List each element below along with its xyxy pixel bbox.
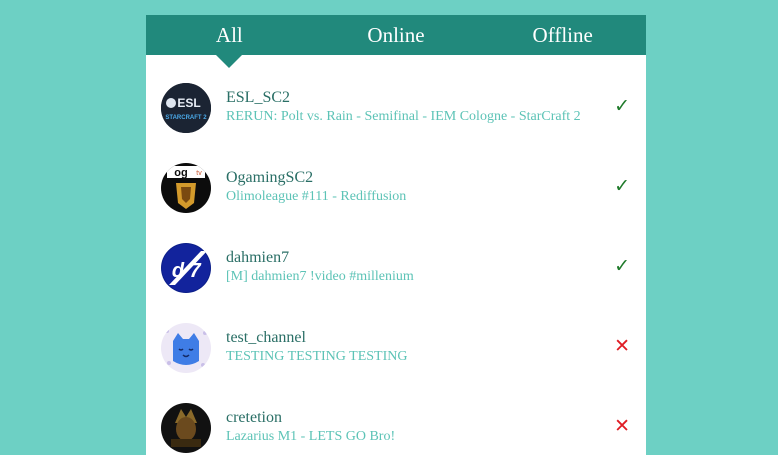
svg-text:ESL: ESL — [177, 96, 200, 110]
channel-name[interactable]: ESL_SC2 — [226, 89, 290, 107]
channel-name[interactable]: cretetion — [226, 409, 282, 427]
tab-all[interactable]: All — [146, 15, 313, 68]
channel-status: [M] dahmien7 !video #millenium — [226, 269, 414, 284]
channel-name[interactable]: test_channel — [226, 329, 306, 347]
tab-online[interactable]: Online — [313, 15, 480, 55]
channel-row-test-channel[interactable]: test_channel TESTING TESTING TESTING ✕ — [146, 295, 646, 375]
channel-name[interactable]: dahmien7 — [226, 249, 289, 267]
channel-row-esl-sc2[interactable]: ESL STARCRAFT 2 ESL_SC2 RERUN: Polt vs. … — [146, 55, 646, 135]
online-check-icon: ✓ — [614, 175, 630, 197]
svg-text:STARCRAFT 2: STARCRAFT 2 — [165, 115, 207, 121]
d7-logo-icon: d 7 — [161, 243, 211, 293]
offline-cross-icon: ✕ — [614, 415, 630, 437]
svg-text:tv: tv — [196, 170, 202, 177]
tab-offline[interactable]: Offline — [479, 15, 646, 55]
channel-row-ogamingsc2[interactable]: og tv OgamingSC2 Olimoleague #111 - Redi… — [146, 135, 646, 215]
channel-status: Olimoleague #111 - Rediffusion — [226, 189, 407, 204]
online-check-icon: ✓ — [614, 255, 630, 277]
svg-text:og: og — [174, 167, 187, 179]
filter-tabs: All Online Offline — [146, 15, 646, 68]
channel-name[interactable]: OgamingSC2 — [226, 169, 313, 187]
esl-starcraft2-logo-icon: ESL STARCRAFT 2 — [161, 83, 211, 133]
ogaming-logo-icon: og tv — [161, 163, 211, 213]
streamers-panel: All Online Offline ESL STARCRAFT 2 ESL_S… — [146, 15, 646, 455]
channel-row-dahmien7[interactable]: d 7 dahmien7 [M] dahmien7 !video #millen… — [146, 215, 646, 295]
offline-cross-icon: ✕ — [614, 335, 630, 357]
blue-monster-avatar-icon — [161, 323, 211, 373]
cretetion-avatar-icon — [161, 403, 211, 453]
channel-status: Lazarius M1 - LETS GO Bro! — [226, 429, 396, 444]
svg-text:d: d — [172, 260, 185, 282]
channel-status: RERUN: Polt vs. Rain - Semifinal - IEM C… — [226, 109, 581, 124]
svg-text:7: 7 — [189, 260, 201, 282]
channel-row-cretetion[interactable]: cretetion Lazarius M1 - LETS GO Bro! ✕ — [146, 375, 646, 455]
channel-status: TESTING TESTING TESTING — [226, 349, 408, 364]
online-check-icon: ✓ — [614, 95, 630, 117]
